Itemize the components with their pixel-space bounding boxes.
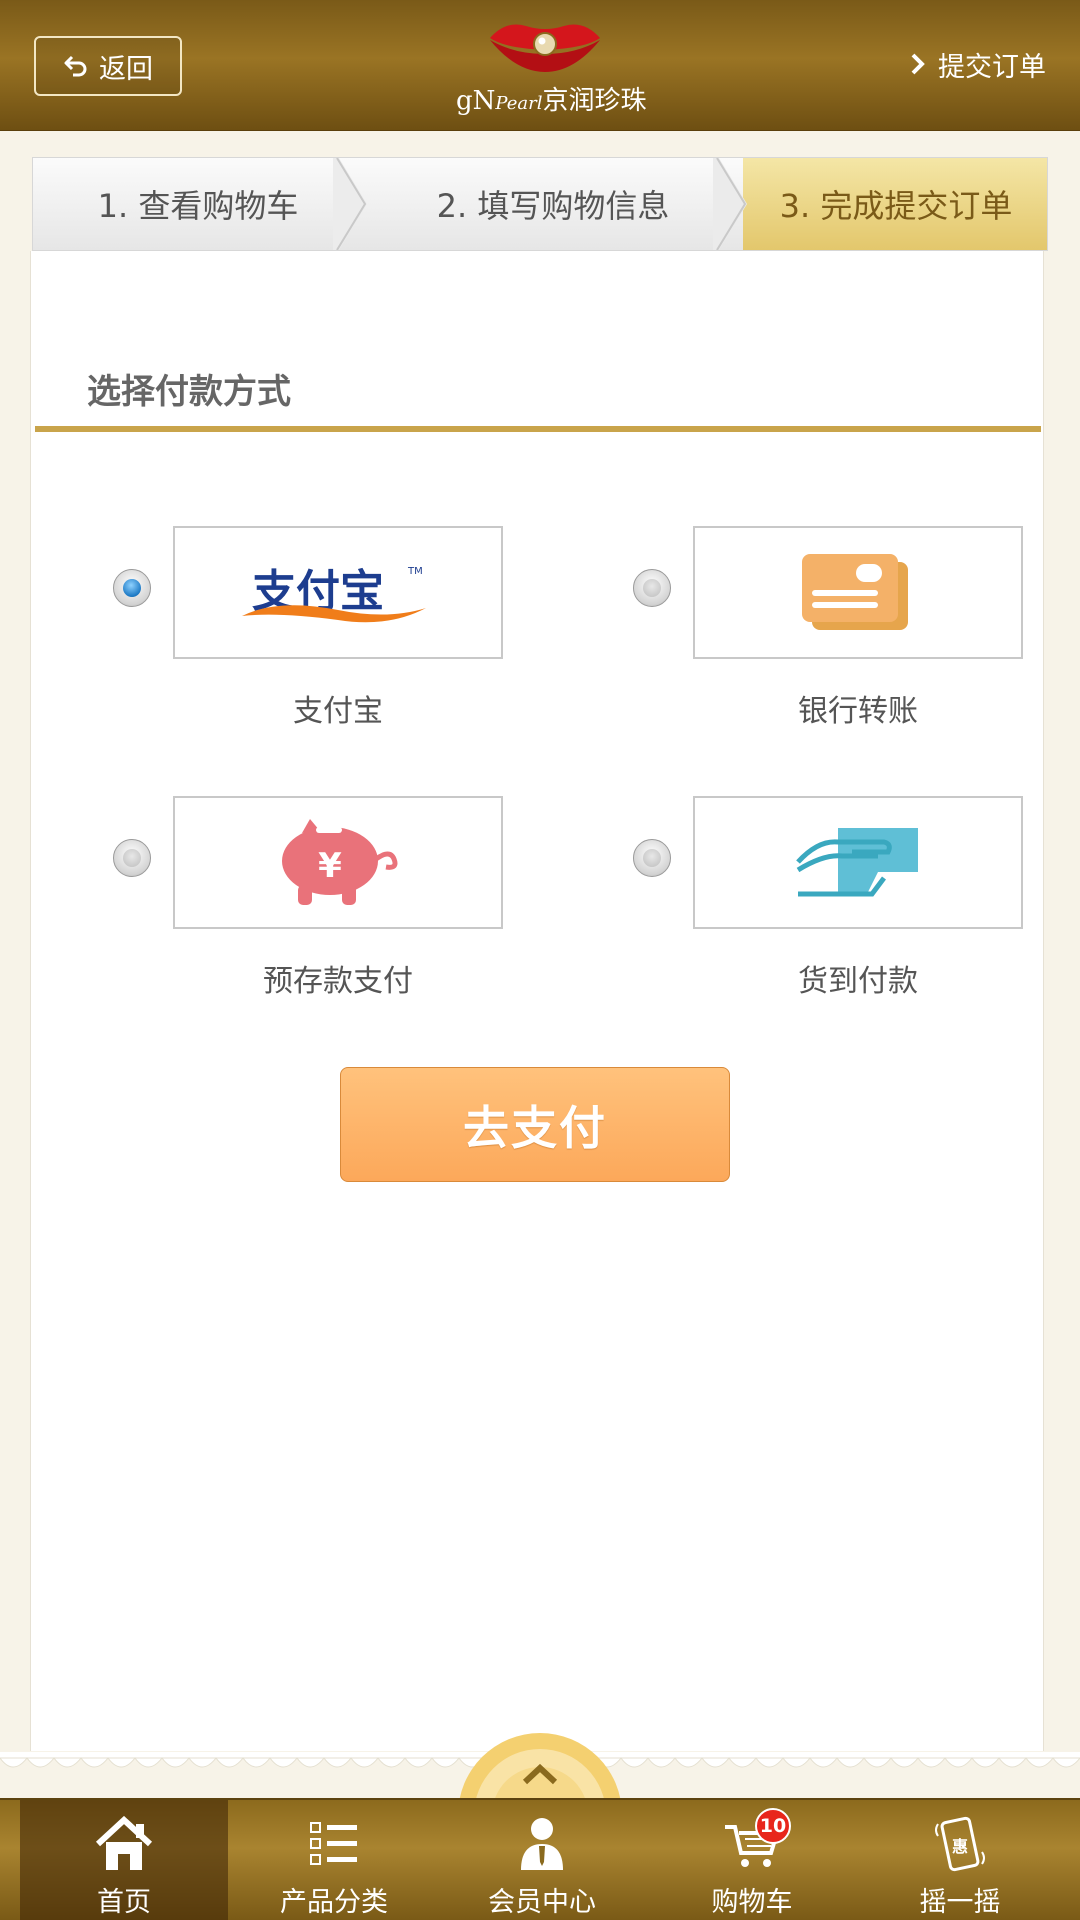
- bank-card[interactable]: [693, 526, 1023, 659]
- section-title: 选择付款方式: [87, 372, 291, 412]
- alipay-logo: 支付宝 TM: [242, 566, 426, 622]
- back-arrow-icon: [64, 55, 87, 77]
- step-divider-icon: [713, 158, 747, 250]
- payment-option-bank[interactable]: 银行转账: [611, 526, 1071, 729]
- tab-categories[interactable]: 产品分类: [230, 1800, 438, 1920]
- bottom-tab-bar: 首页 产品分类 会员中心 10 购物车 惠 摇一摇: [0, 1798, 1080, 1920]
- alipay-label: 支付宝: [293, 694, 383, 729]
- payment-panel: 选择付款方式 支付宝 TM 支付宝 银行转账 ¥ 预存款支付 货到付款 去支付: [30, 251, 1044, 1751]
- member-icon: [521, 1818, 563, 1870]
- cart-badge: 10: [755, 1808, 791, 1844]
- svg-text:惠: 惠: [952, 1837, 968, 1856]
- payment-option-deposit[interactable]: ¥ 预存款支付: [91, 796, 551, 999]
- step-divider-icon: [333, 158, 367, 250]
- tab-shake[interactable]: 惠 摇一摇: [856, 1800, 1064, 1920]
- deposit-label: 预存款支付: [263, 964, 413, 999]
- back-button[interactable]: 返回: [34, 36, 182, 96]
- cash-on-delivery-icon: [796, 827, 918, 896]
- shake-phone-icon: 惠: [935, 1816, 985, 1872]
- tab-home-label: 首页: [97, 1887, 151, 1918]
- radio-alipay[interactable]: [113, 569, 151, 607]
- payment-option-alipay[interactable]: 支付宝 TM 支付宝: [91, 526, 551, 729]
- deposit-card[interactable]: ¥: [173, 796, 503, 929]
- step-view-cart: 1. 查看购物车: [97, 187, 299, 225]
- logo-text: gNPearl京润珍珠: [456, 86, 647, 116]
- radio-bank[interactable]: [633, 569, 671, 607]
- brand-logo: gNPearl京润珍珠: [450, 18, 647, 118]
- bank-card-icon: [802, 553, 908, 630]
- tab-cart-label: 购物车: [711, 1887, 793, 1918]
- tab-member-label: 会员中心: [488, 1887, 596, 1918]
- radio-cod[interactable]: [633, 839, 671, 877]
- bank-label: 银行转账: [798, 694, 918, 729]
- cod-label: 货到付款: [798, 964, 918, 999]
- home-icon: [95, 1816, 153, 1870]
- back-label: 返回: [99, 53, 153, 85]
- lips-icon: [490, 24, 600, 72]
- tab-shake-label: 摇一摇: [919, 1887, 1001, 1918]
- list-icon: [310, 1822, 357, 1865]
- go-pay-button[interactable]: 去支付: [340, 1067, 730, 1182]
- tab-home[interactable]: 首页: [20, 1800, 228, 1920]
- tab-member[interactable]: 会员中心: [438, 1800, 646, 1920]
- tab-categories-label: 产品分类: [280, 1887, 388, 1918]
- payment-option-cod[interactable]: 货到付款: [611, 796, 1071, 999]
- svg-text:¥: ¥: [318, 846, 342, 886]
- step-complete-order: 3. 完成提交订单: [743, 158, 1047, 250]
- step-fill-info: 2. 填写购物信息: [436, 187, 670, 225]
- submit-order-label: 提交订单: [938, 51, 1046, 83]
- chevron-right-icon: [911, 53, 925, 75]
- tab-cart[interactable]: 10 购物车: [648, 1800, 856, 1920]
- section-divider: [35, 426, 1041, 432]
- alipay-card[interactable]: 支付宝 TM: [173, 526, 503, 659]
- header-bar: 返回 gNPearl京润珍珠 提交订单: [0, 0, 1080, 131]
- radio-deposit[interactable]: [113, 839, 151, 877]
- cod-card[interactable]: [693, 796, 1023, 929]
- svg-text:TM: TM: [407, 566, 423, 577]
- checkout-steps: 1. 查看购物车 2. 填写购物信息 3. 完成提交订单: [32, 157, 1048, 251]
- piggy-bank-icon: ¥: [282, 818, 398, 905]
- submit-order-link[interactable]: 提交订单: [910, 44, 1046, 84]
